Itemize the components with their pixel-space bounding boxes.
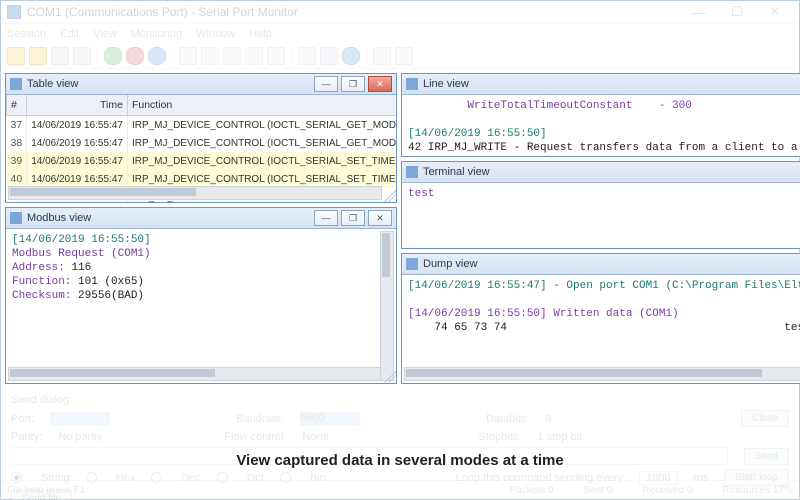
tool-icon[interactable] [373,47,391,65]
tool-icon[interactable] [298,47,316,65]
loop-field[interactable]: 1000 [639,471,677,485]
parity-label: Parity: [11,431,42,443]
terminal-view-panel: Terminal view — ❐ ✕ test [401,161,800,249]
line-output: WriteTotalTimeoutConstant - 300 [14/06/2… [402,95,800,156]
menubar: Session Edit View Monitoring Window Help [1,24,799,44]
window-title: COM1 (Communications Port) - Serial Port… [27,5,681,19]
menu-monitoring[interactable]: Monitoring [131,28,182,40]
panel-close-button[interactable]: ✕ [368,76,392,92]
tool-icon[interactable] [245,47,263,65]
port-label: Port: [11,413,34,425]
tool-icon[interactable] [223,47,241,65]
terminal-output: test [402,183,800,205]
panel-minimize-button[interactable]: — [314,76,338,92]
parity-field[interactable]: No parity [58,431,118,443]
start-loop-btn[interactable]: Start loop [724,469,789,486]
status-help: For help press F1 [7,485,85,496]
line-view-panel: Line view — ❐ ✕ WriteTotalTimeoutConstan… [401,73,800,157]
panel-icon [10,212,22,224]
maximize-button[interactable]: ☐ [719,2,755,22]
workspace: Table view — ❐ ✕ # Time Function Direct.… [1,69,799,388]
status-sent: Sent 0 [583,485,612,496]
resize-grip[interactable] [384,371,396,383]
minimize-button[interactable]: — [681,2,717,22]
radio-hex[interactable] [86,472,97,483]
vscrollbar[interactable] [380,231,394,381]
tool-icon[interactable] [29,47,47,65]
panel-icon [406,166,418,178]
tool-icon[interactable] [201,47,219,65]
line-title: Line view [423,78,800,90]
databits-field[interactable]: 8 [545,413,605,425]
table-row[interactable]: 3714/06/2019 16:55:47IRP_MJ_DEVICE_CONTR… [7,116,397,135]
close-btn[interactable]: Close [741,410,789,427]
stop-field[interactable]: 1 stop bit [537,431,597,443]
app-icon [7,5,21,19]
flow-label: Flow control: [224,431,286,443]
dump-output: [14/06/2019 16:55:47] - Open port COM1 (… [402,275,800,339]
status-resources: Resources 17% [722,485,793,496]
table-view-panel: Table view — ❐ ✕ # Time Function Direct.… [5,73,397,203]
pause-icon[interactable] [148,47,166,65]
tool-icon[interactable] [267,47,285,65]
panel-close-button[interactable]: ✕ [368,210,392,226]
menu-window[interactable]: Window [196,28,235,40]
panel-icon [406,78,418,90]
play-icon[interactable] [104,47,122,65]
flow-field[interactable]: None [303,431,363,443]
menu-edit[interactable]: Edit [60,28,79,40]
baud-field[interactable]: 9600 [300,412,360,426]
tool-icon[interactable] [51,47,69,65]
col-num[interactable]: # [7,95,27,116]
stop-icon[interactable] [126,47,144,65]
col-function[interactable]: Function [127,95,396,116]
panel-restore-button[interactable]: ❐ [341,210,365,226]
hscrollbar[interactable] [8,367,382,381]
dump-title: Dump view [423,258,800,270]
loop-label: Loop this command sending every [455,472,623,484]
table-row[interactable]: 3914/06/2019 16:55:47IRP_MJ_DEVICE_CONTR… [7,152,397,170]
tool-icon[interactable] [342,47,360,65]
table-icon [10,78,22,90]
baud-label: Baudrate: [236,413,284,425]
port-field[interactable] [50,412,110,426]
tool-icon[interactable] [73,47,91,65]
toolbar [1,44,799,69]
tool-icon[interactable] [395,47,413,65]
table-view-title: Table view [27,78,311,90]
stop-label: Stopbits: [479,431,522,443]
dump-view-panel: Dump view — ❐ ✕ [14/06/2019 16:55:47] - … [401,253,800,384]
status-packets: Packets 0 [510,485,554,496]
resize-grip[interactable] [384,190,396,202]
radio-string[interactable] [11,472,22,483]
radio-bin[interactable] [280,472,291,483]
tool-icon[interactable] [320,47,338,65]
table-row[interactable]: 3814/06/2019 16:55:47IRP_MJ_DEVICE_CONTR… [7,134,397,152]
panel-minimize-button[interactable]: — [314,210,338,226]
menu-help[interactable]: Help [249,28,272,40]
modbus-title: Modbus view [27,212,311,224]
hscrollbar[interactable] [404,367,800,381]
radio-oct[interactable] [217,472,228,483]
panel-restore-button[interactable]: ❐ [341,76,365,92]
menu-session[interactable]: Session [7,28,46,40]
status-received: Received 0 [642,485,692,496]
panel-icon [406,258,418,270]
hscrollbar[interactable] [8,186,382,200]
terminal-title: Terminal view [423,166,800,178]
overlay-caption: View captured data in several modes at a… [1,452,799,469]
tool-icon[interactable] [7,47,25,65]
titlebar: COM1 (Communications Port) - Serial Port… [1,1,799,24]
col-time[interactable]: Time [27,95,128,116]
tool-icon[interactable] [179,47,197,65]
close-button[interactable]: ✕ [757,2,793,22]
databits-label: Databits: [486,413,529,425]
menu-view[interactable]: View [93,28,117,40]
modbus-view-panel: Modbus view — ❐ ✕ [14/06/2019 16:55:50] … [5,207,397,384]
modbus-output: [14/06/2019 16:55:50] Modbus Request (CO… [6,229,396,307]
